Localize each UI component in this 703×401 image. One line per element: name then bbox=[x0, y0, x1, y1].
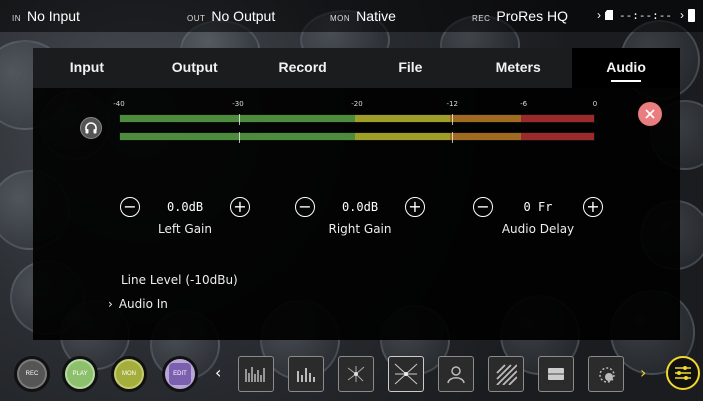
output-status[interactable]: OUT No Output bbox=[187, 8, 275, 24]
right-gain-increase-button[interactable]: + bbox=[405, 197, 425, 217]
output-value: No Output bbox=[211, 8, 276, 24]
bottom-toolbar: REC PLAY MON EDIT ‹ › bbox=[0, 350, 703, 401]
frame-guides-tool[interactable] bbox=[538, 356, 574, 392]
audio-in-label: Audio In bbox=[118, 297, 168, 311]
rec-label: REC bbox=[25, 371, 39, 377]
tab-record[interactable]: Record bbox=[249, 48, 357, 88]
audio-settings-panel: Input Output Record File Meters Audio -4… bbox=[33, 48, 680, 340]
rec-button[interactable]: REC bbox=[14, 356, 50, 392]
media-card-icon bbox=[605, 10, 614, 20]
audio-meters-icon bbox=[297, 368, 315, 382]
scale-label: -12 bbox=[446, 100, 458, 108]
waveform-icon bbox=[245, 367, 265, 382]
tab-meters[interactable]: Meters bbox=[464, 48, 572, 88]
scroll-left-arrow[interactable]: ‹ bbox=[215, 363, 221, 382]
meter-scale: -40 -30 -20 -12 -6 0 bbox=[113, 100, 598, 112]
audio-in-option[interactable]: › Audio In bbox=[108, 297, 168, 311]
line-level-option[interactable]: Line Level (-10dBu) bbox=[121, 273, 238, 287]
input-status[interactable]: IN No Input bbox=[12, 8, 80, 24]
close-icon bbox=[645, 109, 655, 119]
edit-label: EDIT bbox=[173, 371, 187, 377]
zebra-stripes-icon bbox=[496, 364, 517, 385]
focus-peaking-tool[interactable] bbox=[338, 356, 374, 392]
left-gain-decrease-button[interactable]: − bbox=[120, 197, 140, 217]
false-color-icon bbox=[447, 366, 465, 384]
input-value: No Input bbox=[27, 8, 80, 24]
right-gain-control: − 0.0dB + Right Gain bbox=[295, 196, 425, 241]
tab-audio[interactable]: Audio bbox=[572, 48, 680, 88]
left-gain-value: 0.0dB bbox=[166, 200, 204, 214]
audio-meters-tool[interactable] bbox=[288, 356, 324, 392]
media-status[interactable]: › --:--:-- › bbox=[597, 8, 695, 22]
meter-channel-2 bbox=[119, 132, 595, 143]
audio-delay-value: 0 Fr bbox=[523, 200, 553, 214]
zoom-tool[interactable] bbox=[588, 356, 624, 392]
audio-delay-control: − 0 Fr + Audio Delay bbox=[473, 196, 603, 241]
scale-label: -40 bbox=[113, 100, 125, 108]
left-gain-label: Left Gain bbox=[158, 222, 212, 236]
scale-label: 0 bbox=[592, 100, 598, 108]
battery-icon bbox=[688, 8, 695, 22]
right-gain-value: 0.0dB bbox=[341, 200, 379, 214]
right-gain-label: Right Gain bbox=[328, 222, 392, 236]
scroll-right-arrow[interactable]: › bbox=[640, 363, 646, 382]
audio-delay-label: Audio Delay bbox=[501, 222, 575, 236]
sliders-icon bbox=[675, 366, 691, 380]
waveform-tool[interactable] bbox=[238, 356, 274, 392]
input-tag: IN bbox=[12, 14, 21, 23]
settings-button[interactable] bbox=[666, 356, 700, 390]
chevron-right-icon: › bbox=[680, 8, 684, 22]
frame-guides-icon bbox=[548, 368, 564, 380]
tab-input[interactable]: Input bbox=[33, 48, 141, 88]
record-status[interactable]: REC ProRes HQ bbox=[472, 8, 568, 24]
output-tag: OUT bbox=[187, 14, 206, 23]
audio-delay-decrease-button[interactable]: − bbox=[473, 197, 493, 217]
monitor-tag: MON bbox=[330, 14, 351, 23]
focus-peaking-icon bbox=[347, 366, 365, 382]
settings-tabs: Input Output Record File Meters Audio bbox=[33, 48, 680, 88]
chevron-right-icon: › bbox=[108, 297, 113, 311]
mon-button[interactable]: MON bbox=[111, 356, 147, 392]
play-button[interactable]: PLAY bbox=[62, 356, 98, 392]
headphones-icon bbox=[85, 122, 97, 134]
status-bar: IN No Input OUT No Output MON Native REC… bbox=[0, 0, 703, 32]
left-gain-control: − 0.0dB + Left Gain bbox=[120, 196, 250, 241]
left-gain-increase-button[interactable]: + bbox=[230, 197, 250, 217]
scale-label: -6 bbox=[520, 100, 528, 108]
zoom-icon bbox=[599, 367, 615, 383]
timecode: --:--:-- bbox=[619, 8, 672, 22]
right-gain-decrease-button[interactable]: − bbox=[295, 197, 315, 217]
crosshair-tool[interactable] bbox=[388, 356, 424, 392]
record-codec: ProRes HQ bbox=[496, 8, 568, 24]
scale-label: -30 bbox=[232, 100, 244, 108]
close-button[interactable] bbox=[638, 102, 662, 126]
monitor-status[interactable]: MON Native bbox=[330, 8, 396, 24]
monitor-value: Native bbox=[356, 8, 396, 24]
tab-output[interactable]: Output bbox=[141, 48, 249, 88]
zebra-crosshair-icon bbox=[394, 363, 418, 385]
meter-channel-1 bbox=[119, 114, 595, 125]
mon-label: MON bbox=[122, 371, 136, 377]
scale-label: -20 bbox=[351, 100, 363, 108]
false-color-tool[interactable] bbox=[438, 356, 474, 392]
audio-meters: -40 -30 -20 -12 -6 0 bbox=[33, 88, 680, 148]
tab-file[interactable]: File bbox=[356, 48, 464, 88]
headphone-button[interactable] bbox=[80, 117, 102, 139]
record-tag: REC bbox=[472, 14, 491, 23]
zebra-tool[interactable] bbox=[488, 356, 524, 392]
edit-button[interactable]: EDIT bbox=[162, 356, 198, 392]
audio-delay-increase-button[interactable]: + bbox=[583, 197, 603, 217]
play-label: PLAY bbox=[72, 371, 88, 377]
chevron-right-icon: › bbox=[597, 8, 602, 22]
